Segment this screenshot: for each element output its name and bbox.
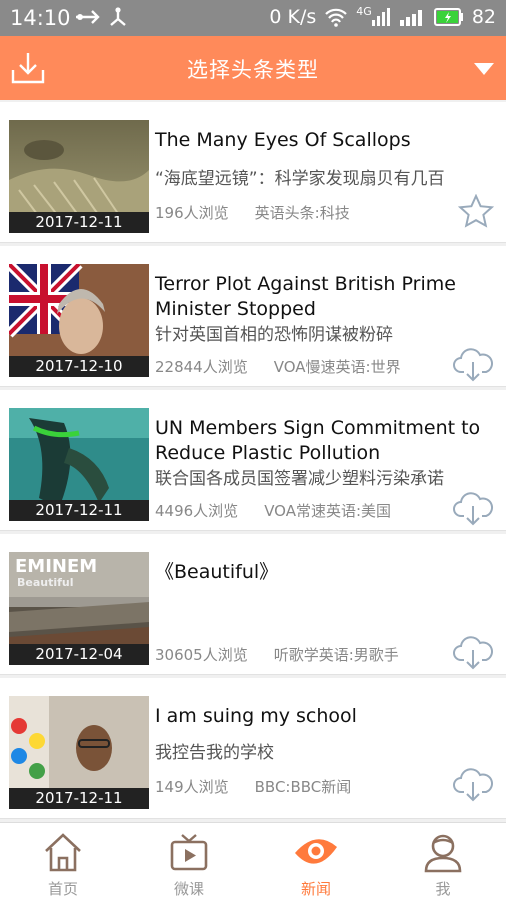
category-selector-title[interactable]: 选择头条类型: [0, 54, 506, 84]
article-title-cn: “海底望远镜”：科学家发现扇贝有几百: [155, 169, 445, 189]
battery-icon: [433, 8, 463, 26]
article-title-en: The Many Eyes Of Scallops: [155, 129, 411, 151]
signal-icon: [371, 8, 390, 26]
wifi-icon: [325, 8, 348, 27]
status-time: 14:10: [10, 6, 71, 30]
bottom-tab-bar: 首页 微课 新闻 我: [0, 822, 506, 901]
article-date: 2017-12-11: [9, 500, 149, 521]
article-category: VOA慢速英语:世界: [273, 358, 401, 376]
signal-icon-2: [399, 10, 422, 26]
app-header: 选择头条类型: [0, 36, 506, 100]
tv-icon: [170, 834, 208, 871]
tab-label: 新闻: [300, 880, 331, 898]
article-category: BBC:BBC新闻: [254, 778, 352, 796]
tab-home[interactable]: 首页: [0, 823, 126, 901]
article-thumbnail: EMINEM Beautiful 2017-12-04: [9, 552, 149, 665]
thumb-sub-text: Beautiful: [17, 576, 74, 589]
article-item[interactable]: 2017-12-11 UN Members Sign Commitment to…: [0, 390, 506, 531]
article-title-en: UN Members Sign Commitment to Reduce Pla…: [155, 417, 481, 464]
article-category: 英语头条:科技: [254, 204, 350, 222]
view-count: 149人浏览: [155, 778, 229, 796]
cloud-download-icon[interactable]: [452, 766, 494, 806]
eye-icon: [295, 839, 337, 864]
article-thumbnail: 2017-12-11: [9, 120, 149, 233]
tab-news[interactable]: 新闻: [253, 823, 379, 901]
article-title-cn: 针对英国首相的恐怖阴谋被粉碎: [155, 325, 393, 345]
article-item[interactable]: EMINEM Beautiful 2017-12-04 《Beautiful》 …: [0, 534, 506, 675]
network-type: 4G: [356, 4, 372, 18]
article-meta: 22844人浏览 VOA慢速英语:世界: [155, 356, 401, 377]
article-item[interactable]: 2017-12-11 The Many Eyes Of Scallops “海底…: [0, 102, 506, 243]
article-title-cn: 我控告我的学校: [155, 743, 274, 763]
cloud-download-icon[interactable]: [452, 634, 494, 674]
article-thumbnail: 2017-12-11: [9, 696, 149, 809]
home-icon: [45, 833, 81, 872]
cloud-download-icon[interactable]: [452, 490, 494, 530]
article-title-cn: 联合国各成员国签署减少塑料污染承诺: [155, 469, 444, 489]
article-thumbnail: 2017-12-10: [9, 264, 149, 377]
view-count: 22844人浏览: [155, 358, 248, 376]
status-bar: 14:10 0 K/s 4G 82: [0, 0, 506, 36]
article-date: 2017-12-11: [9, 788, 149, 809]
battery-level: 82: [471, 6, 496, 28]
tab-microlesson[interactable]: 微课: [126, 823, 252, 901]
user-icon: [424, 834, 462, 873]
article-date: 2017-12-10: [9, 356, 149, 377]
article-title-en: Terror Plot Against British Prime Minist…: [155, 273, 456, 320]
article-meta: 4496人浏览 VOA常速英语:美国: [155, 500, 391, 521]
view-count: 196人浏览: [155, 204, 229, 222]
view-count: 30605人浏览: [155, 646, 248, 664]
article-category: 听歌学英语:男歌手: [273, 646, 399, 664]
article-category: VOA常速英语:美国: [264, 502, 392, 520]
tab-label: 我: [435, 880, 451, 898]
article-meta: 30605人浏览 听歌学英语:男歌手: [155, 644, 399, 665]
article-meta: 149人浏览 BBC:BBC新闻: [155, 776, 351, 797]
article-title-en: I am suing my school: [155, 705, 357, 727]
tab-me[interactable]: 我: [380, 823, 506, 901]
article-date: 2017-12-11: [9, 212, 149, 233]
article-title-en: 《Beautiful》: [155, 561, 279, 583]
thumb-logo-text: EMINEM: [15, 556, 97, 577]
view-count: 4496人浏览: [155, 502, 239, 520]
article-thumbnail: 2017-12-11: [9, 408, 149, 521]
article-item[interactable]: 2017-12-10 Terror Plot Against British P…: [0, 246, 506, 387]
tab-label: 微课: [173, 880, 204, 898]
cloud-download-icon[interactable]: [452, 346, 494, 386]
data-speed: 0 K/s: [269, 6, 317, 28]
article-list: 2017-12-11 The Many Eyes Of Scallops “海底…: [0, 100, 506, 822]
star-icon[interactable]: [457, 193, 495, 232]
status-right: 0 K/s 4G 82: [269, 4, 496, 29]
dropdown-triangle-icon[interactable]: [474, 60, 494, 79]
usb-icon: [74, 6, 134, 33]
article-date: 2017-12-04: [9, 644, 149, 665]
article-item[interactable]: 2017-12-11 I am suing my school 我控告我的学校 …: [0, 678, 506, 819]
article-meta: 196人浏览 英语头条:科技: [155, 202, 350, 223]
tab-label: 首页: [47, 880, 78, 898]
